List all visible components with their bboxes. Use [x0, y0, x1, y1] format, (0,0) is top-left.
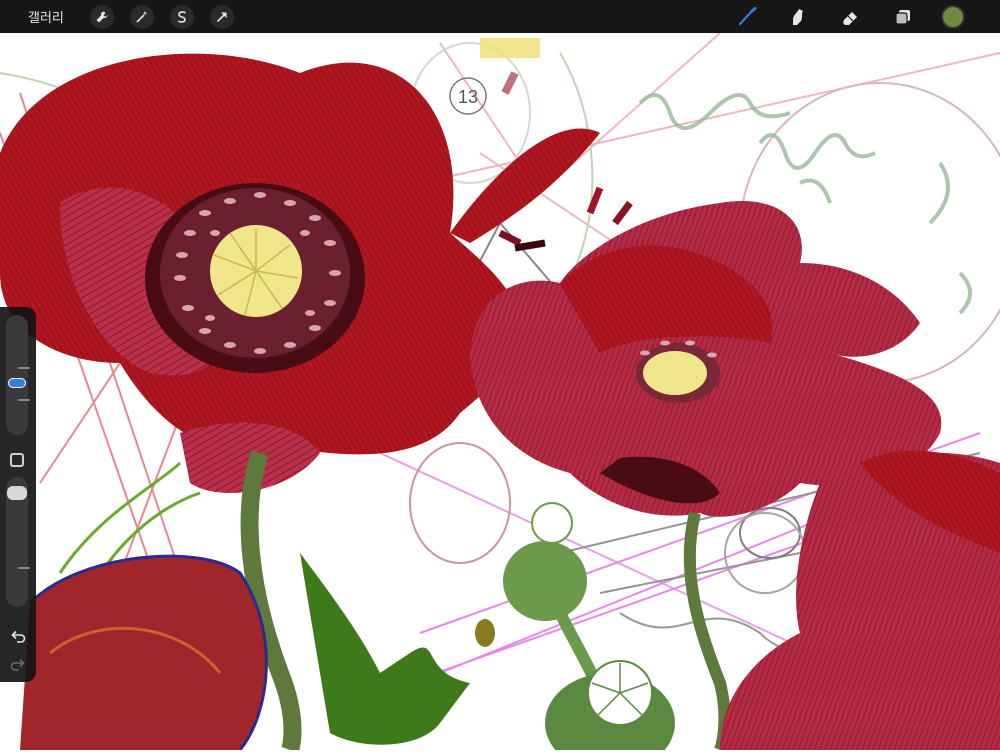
redo-icon[interactable] — [9, 655, 27, 673]
brush-size-slider[interactable] — [6, 315, 30, 435]
color-swatch[interactable] — [941, 4, 965, 29]
brush-size-handle[interactable] — [8, 377, 26, 388]
magic-wand-icon[interactable] — [129, 4, 154, 29]
undo-icon[interactable] — [9, 627, 27, 645]
modify-button[interactable] — [10, 453, 24, 467]
slider-tick — [18, 399, 30, 401]
opacity-slider[interactable] — [6, 477, 30, 607]
top-toolbar: 갤러리 — [0, 0, 1000, 33]
smudge-icon[interactable] — [785, 3, 813, 31]
brush-icon[interactable] — [733, 3, 761, 31]
gallery-button[interactable]: 갤러리 — [28, 7, 64, 26]
slider-tick — [18, 567, 30, 569]
opacity-handle[interactable] — [7, 486, 27, 501]
drawing-canvas[interactable]: 13 — [0, 32, 1000, 755]
selection-s-icon[interactable] — [169, 4, 194, 29]
transform-arrow-icon[interactable] — [209, 4, 234, 29]
artwork: 13 — [0, 32, 1000, 755]
tool-group — [709, 0, 1000, 33]
eraser-icon[interactable] — [837, 3, 865, 31]
svg-text:13: 13 — [458, 87, 478, 107]
side-toolbar — [0, 307, 36, 682]
wrench-icon[interactable] — [89, 4, 114, 29]
layers-icon[interactable] — [889, 3, 917, 31]
seed-pods — [475, 502, 675, 755]
slider-tick — [18, 367, 30, 369]
